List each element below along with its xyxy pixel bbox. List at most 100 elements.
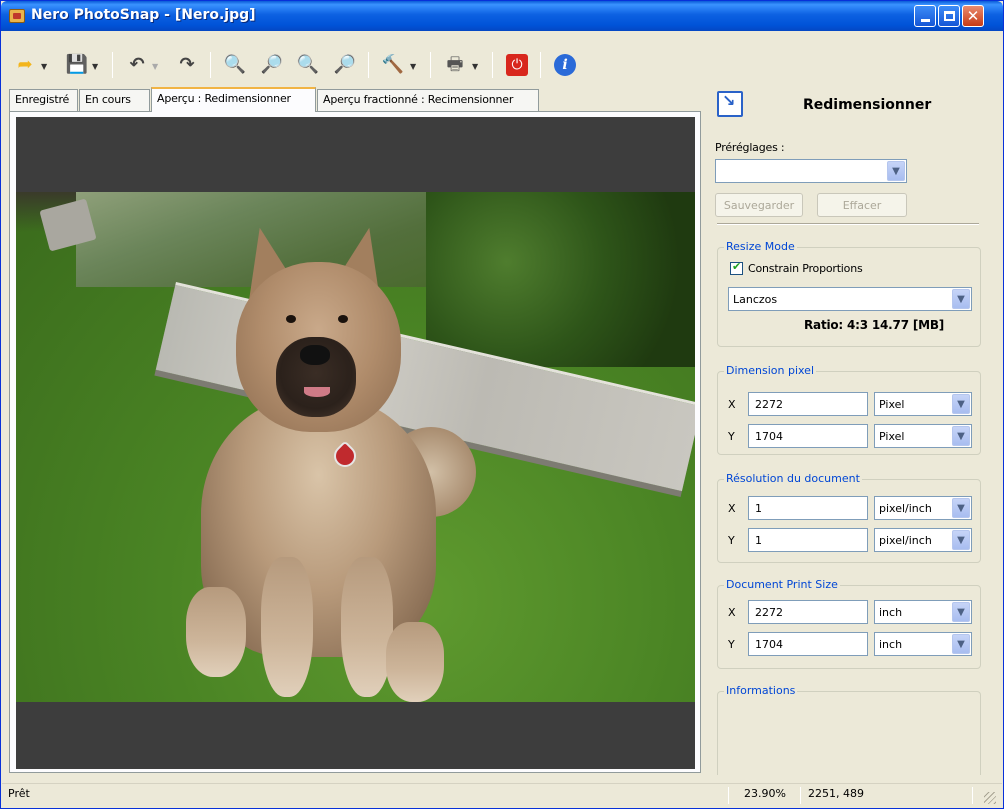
resize-icon [717,91,743,117]
chevron-down-icon[interactable]: ▼ [952,498,970,518]
toolbar-separator [540,52,541,78]
chevron-down-icon[interactable]: ▼ [952,394,970,414]
close-button[interactable]: ✕ [962,5,984,27]
image-canvas[interactable] [16,117,695,769]
status-separator [972,787,973,804]
informations-group: Informations [717,684,981,775]
resolution-y-unit-select[interactable]: pixel/inch ▼ [874,528,972,552]
resolution-x-unit-value: pixel/inch [879,502,932,515]
chevron-down-icon[interactable]: ▼ [952,289,970,309]
toolbar-separator [112,52,113,78]
resize-panel: Redimensionner Préréglages : ▼ Sauvegard… [709,87,987,775]
toolbar-separator [210,52,211,78]
zoom-reset-icon[interactable]: 🔍 [295,52,321,78]
tools-icon[interactable]: 🔨 [380,52,406,78]
tab-split-preview-resize[interactable]: Aperçu fractionné : Recimensionner [317,89,539,111]
print-y-unit-select[interactable]: inch ▼ [874,632,972,656]
chevron-down-icon[interactable]: ▼ [952,530,970,550]
toolbar-separator [492,52,493,78]
status-separator [728,787,729,804]
status-bar: Prêt 23.90% 2251, 489 [2,783,1002,808]
pixel-x-unit-select[interactable]: Pixel ▼ [874,392,972,416]
title-bar[interactable]: Nero PhotoSnap - [Nero.jpg] ✕ [1,1,1003,31]
chevron-down-icon[interactable]: ▼ [887,161,905,181]
chevron-down-icon[interactable]: ▼ [952,426,970,446]
save-dropdown-icon[interactable]: ▼ [92,62,100,72]
tab-current[interactable]: En cours [79,89,150,111]
dog-leg [386,622,444,702]
resolution-y-label: Y [728,534,735,547]
dog-leg [186,587,246,677]
dog-eye [338,315,348,323]
toolbar-separator [368,52,369,78]
maximize-icon [943,11,955,21]
zoom-in-icon[interactable]: 🔎 [259,52,285,78]
constrain-proportions-label: Constrain Proportions [748,262,863,275]
print-y-input[interactable]: 1704 [748,632,868,656]
power-button[interactable]: ⏻ [504,52,530,78]
ratio-size-readout: Ratio: 4:3 14.77 [MB] [804,318,945,332]
image-preview-frame [9,111,701,773]
info-button[interactable]: i [552,52,578,78]
panel-divider [717,223,979,225]
pixel-dimension-title: Dimension pixel [724,364,816,377]
tab-saved[interactable]: Enregistré [9,89,78,111]
close-icon: ✕ [966,6,980,25]
pixel-x-input[interactable]: 2272 [748,392,868,416]
tab-preview-resize[interactable]: Aperçu : Redimensionner [151,87,316,112]
resize-mode-group: Resize Mode Constrain Proportions Lanczo… [717,240,981,347]
toolbar: ➦ ▼ 💾 ▼ ↶ ▼ ↷ 🔍 🔎 🔍 🔎 🔨 ▼ 🖶 ▼ ⏻ i [2,32,1002,88]
print-x-label: X [728,606,736,619]
resolution-x-unit-select[interactable]: pixel/inch ▼ [874,496,972,520]
print-x-input[interactable]: 2272 [748,600,868,624]
resize-algorithm-select[interactable]: Lanczos ▼ [728,287,972,311]
resize-algorithm-value: Lanczos [733,293,778,306]
save-icon[interactable]: 💾 [64,52,90,78]
print-size-group: Document Print Size X 2272 inch ▼ Y 1704… [717,578,981,669]
pixel-y-label: Y [728,430,735,443]
presets-select[interactable]: ▼ [715,159,907,183]
print-x-unit-value: inch [879,606,903,619]
undo-icon[interactable]: ↶ [124,52,150,78]
print-y-unit-value: inch [879,638,903,651]
print-icon[interactable]: 🖶 [442,52,468,78]
redo-icon[interactable]: ↷ [174,52,200,78]
dog-nose [300,345,330,365]
pixel-y-input[interactable]: 1704 [748,424,868,448]
app-window: Nero PhotoSnap - [Nero.jpg] ✕ ➦ ▼ 💾 ▼ ↶ … [0,0,1004,809]
window-title: Nero PhotoSnap - [Nero.jpg] [31,7,256,23]
panel-title: Redimensionner [803,97,932,113]
print-size-title: Document Print Size [724,578,840,591]
tools-dropdown-icon[interactable]: ▼ [410,62,418,72]
clear-preset-button[interactable]: Effacer [817,193,907,217]
pixel-dimension-group: Dimension pixel X 2272 Pixel ▼ Y 1704 Pi… [717,364,981,455]
undo-dropdown-icon[interactable]: ▼ [152,62,160,72]
resolution-x-label: X [728,502,736,515]
dog-eye [286,315,296,323]
zoom-fit-icon[interactable]: 🔍 [222,52,248,78]
zoom-out-icon[interactable]: 🔎 [332,52,358,78]
minimize-button[interactable] [914,5,936,27]
status-zoom: 23.90% [744,787,786,800]
toolbar-separator [430,52,431,78]
status-coordinates: 2251, 489 [808,787,864,800]
pixel-y-unit-select[interactable]: Pixel ▼ [874,424,972,448]
dog-tongue [304,387,330,397]
dog-leg [341,557,393,697]
print-y-label: Y [728,638,735,651]
info-icon: i [554,54,576,76]
print-dropdown-icon[interactable]: ▼ [472,62,480,72]
open-icon[interactable]: ➦ [12,52,38,78]
resolution-x-input[interactable]: 1 [748,496,868,520]
save-preset-button[interactable]: Sauvegarder [715,193,803,217]
resize-grip-icon[interactable] [984,792,996,804]
document-resolution-title: Résolution du document [724,472,862,485]
maximize-button[interactable] [938,5,960,27]
constrain-proportions-checkbox[interactable] [730,260,743,275]
photo-dog [186,222,476,702]
resolution-y-input[interactable]: 1 [748,528,868,552]
print-x-unit-select[interactable]: inch ▼ [874,600,972,624]
chevron-down-icon[interactable]: ▼ [952,602,970,622]
open-dropdown-icon[interactable]: ▼ [41,62,49,72]
chevron-down-icon[interactable]: ▼ [952,634,970,654]
